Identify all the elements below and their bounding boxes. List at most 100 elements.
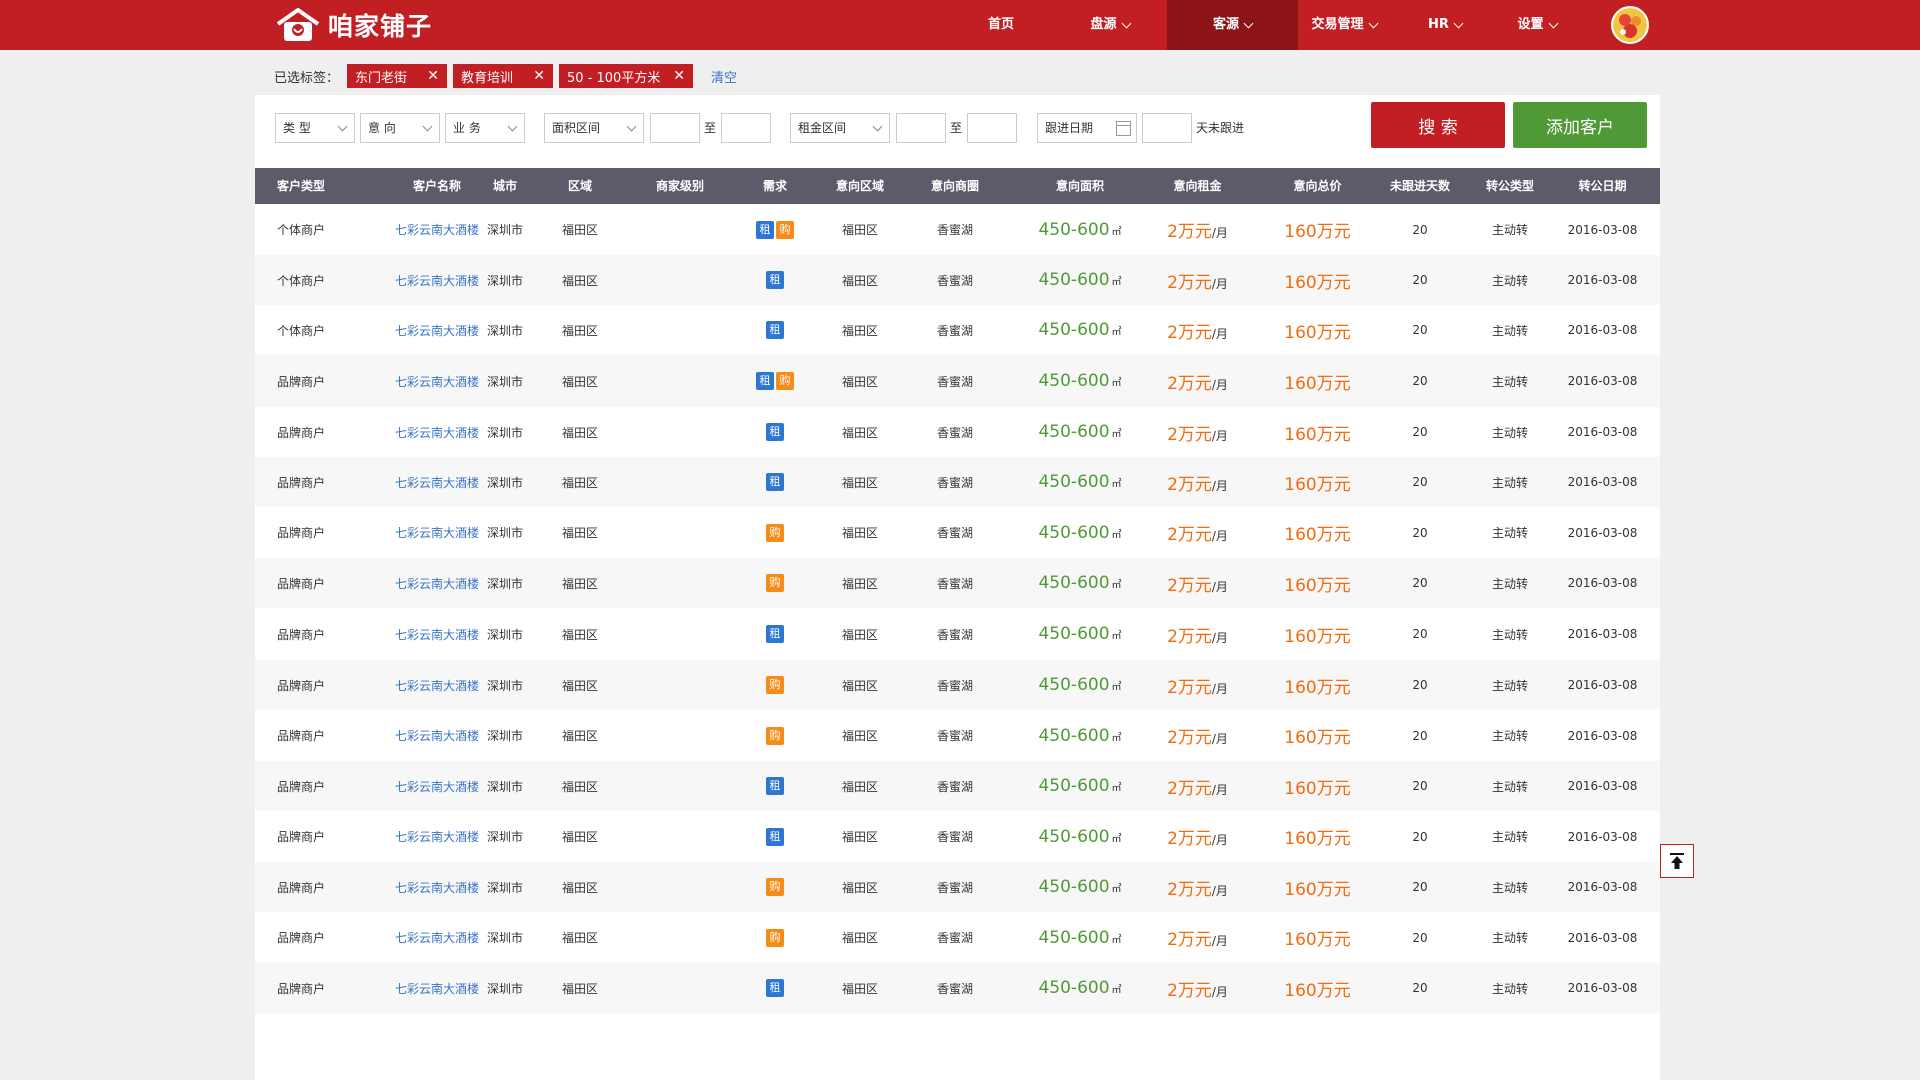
- area-max-input[interactable]: [721, 113, 771, 143]
- follow-date-input[interactable]: 跟进日期: [1037, 113, 1137, 143]
- col-intent-area-size-cell: 450-600 ㎡: [1010, 457, 1150, 507]
- table-row[interactable]: 品牌商户 七彩云南大酒楼 深圳市 福田区租购福田区 香蜜湖 450-600 ㎡ 2万元/月 16…: [255, 355, 1660, 407]
- col-transfer-type-cell: 主动转: [1491, 323, 1528, 338]
- col-city-cell: 深圳市: [486, 374, 523, 389]
- col-city-cell: 深圳市: [486, 880, 523, 895]
- search-button[interactable]: 搜 索: [1371, 102, 1505, 148]
- rent-unit: /月: [1211, 326, 1228, 341]
- rent-min-input[interactable]: [896, 113, 946, 143]
- col-transfer-date-cell: 2016-03-08: [1567, 475, 1638, 489]
- area-unit: ㎡: [1111, 529, 1122, 541]
- col-transfer-type-cell: 主动转: [1491, 576, 1528, 591]
- col-customer-type-cell: 品牌商户: [276, 981, 325, 996]
- area-range-select[interactable]: 面积区间: [544, 113, 644, 143]
- table-row[interactable]: 品牌商户 七彩云南大酒楼 深圳市 福田区购福田区 香蜜湖 450-600 ㎡ 2万元/月 160…: [255, 558, 1660, 608]
- area-number: 450-600: [1038, 573, 1110, 593]
- table-row[interactable]: 品牌商户 七彩云南大酒楼 深圳市 福田区购福田区 香蜜湖 450-600 ㎡ 2万元/月 160…: [255, 660, 1660, 710]
- table-row[interactable]: 个体商户 七彩云南大酒楼 深圳市 福田区租购福田区 香蜜湖 450-600 ㎡ 2万元/月 16…: [255, 204, 1660, 255]
- rent-number: 2万元: [1167, 424, 1212, 445]
- col-merchant-level-cell: [620, 305, 740, 355]
- table-row[interactable]: 品牌商户 七彩云南大酒楼 深圳市 福田区租福田区 香蜜湖 450-600 ㎡ 2万元/月 160…: [255, 963, 1660, 1013]
- tag-chip-label: 教育培训: [461, 70, 514, 86]
- type-select[interactable]: 类 型: [275, 113, 355, 143]
- intent-select-value: 意 向: [368, 121, 396, 135]
- nav-item-transactions[interactable]: 交易管理: [1305, 0, 1383, 50]
- nav-item-listings[interactable]: 盘源: [1066, 0, 1154, 50]
- close-icon[interactable]: ✕: [521, 69, 545, 83]
- price-value: 160万元: [1284, 272, 1351, 293]
- user-avatar[interactable]: [1611, 6, 1649, 44]
- table-row[interactable]: 品牌商户 七彩云南大酒楼 深圳市 福田区租福田区 香蜜湖 450-600 ㎡ 2万元/月 160…: [255, 457, 1660, 507]
- table-row[interactable]: 个体商户 七彩云南大酒楼 深圳市 福田区租福田区 香蜜湖 450-600 ㎡ 2万元/月 160…: [255, 305, 1660, 355]
- col-days-unfollowed-cell: 20: [1412, 829, 1428, 844]
- area-value: 450-600 ㎡: [1038, 624, 1121, 644]
- col-days-unfollowed-cell: 20: [1412, 576, 1428, 590]
- rent-number: 2万元: [1167, 322, 1212, 343]
- table-row[interactable]: 品牌商户 七彩云南大酒楼 深圳市 福田区租福田区 香蜜湖 450-600 ㎡ 2万元/月 160…: [255, 811, 1660, 862]
- area-number: 450-600: [1038, 472, 1110, 492]
- table-row[interactable]: 品牌商户 七彩云南大酒楼 深圳市 福田区租福田区 香蜜湖 450-600 ㎡ 2万元/月 160…: [255, 407, 1660, 457]
- tag-chip[interactable]: 50 - 100平方米 ✕: [559, 64, 694, 88]
- col-intent-price-cell: 160万元: [1260, 457, 1375, 507]
- table-row[interactable]: 品牌商户 七彩云南大酒楼 深圳市 福田区购福田区 香蜜湖 450-600 ㎡ 2万元/月 160…: [255, 912, 1660, 963]
- back-to-top-button[interactable]: [1660, 844, 1694, 878]
- nav-item-hr[interactable]: HR: [1420, 0, 1470, 50]
- table-row[interactable]: 品牌商户 七彩云南大酒楼 深圳市 福田区购福田区 香蜜湖 450-600 ㎡ 2万元/月 160…: [255, 862, 1660, 912]
- col-city-cell: 深圳市: [486, 779, 523, 794]
- col-intent-area-cell: 福田区: [841, 323, 878, 338]
- days-unfollowed-input[interactable]: [1142, 113, 1192, 143]
- rent-number: 2万元: [1167, 626, 1212, 647]
- rent-max-input[interactable]: [967, 113, 1017, 143]
- col-district-cell: 福田区: [561, 475, 598, 490]
- col-intent-rent-cell: 2万元/月: [1135, 407, 1260, 457]
- col-intent-rent-header: 意向租金: [1173, 179, 1222, 193]
- table-row[interactable]: 品牌商户 七彩云南大酒楼 深圳市 福田区购福田区 香蜜湖 450-600 ㎡ 2万元/月 160…: [255, 710, 1660, 761]
- business-select[interactable]: 业 务: [445, 113, 525, 143]
- nav-item-home[interactable]: 首页: [962, 0, 1040, 50]
- rent-unit: /月: [1211, 478, 1228, 493]
- col-intent-circle-cell: 香蜜湖: [936, 323, 973, 338]
- nav-item-customers[interactable]: 客源: [1167, 0, 1298, 50]
- col-transfer-type-cell: 主动转: [1491, 678, 1528, 693]
- rent-unit: /月: [1211, 579, 1228, 594]
- nav-item-label: 交易管理: [1311, 17, 1364, 32]
- col-merchant-level-cell: [620, 457, 740, 507]
- nav-item-settings[interactable]: 设置: [1507, 0, 1567, 50]
- table-row[interactable]: 品牌商户 七彩云南大酒楼 深圳市 福田区购福田区 香蜜湖 450-600 ㎡ 2万元/月 160…: [255, 507, 1660, 558]
- col-transfer-date-cell: 2016-03-08: [1567, 273, 1638, 287]
- col-transfer-type-cell: 主动转: [1491, 273, 1528, 288]
- col-district-cell: 福田区: [561, 678, 598, 693]
- clear-tags-link[interactable]: 清空: [711, 67, 737, 86]
- table-row[interactable]: 品牌商户 七彩云南大酒楼 深圳市 福田区租福田区 香蜜湖 450-600 ㎡ 2万元/月 160…: [255, 608, 1660, 660]
- area-min-input[interactable]: [650, 113, 700, 143]
- table-row[interactable]: 个体商户 七彩云南大酒楼 深圳市 福田区租福田区 香蜜湖 450-600 ㎡ 2万元/月 160…: [255, 255, 1660, 305]
- close-icon[interactable]: ✕: [415, 69, 439, 83]
- tag-chip[interactable]: 教育培训 ✕: [453, 64, 554, 88]
- rent-value: 2万元/月: [1167, 824, 1228, 849]
- close-icon[interactable]: ✕: [661, 69, 685, 83]
- col-transfer-type-cell: 主动转: [1491, 526, 1528, 540]
- add-customer-button[interactable]: 添加客户: [1513, 102, 1647, 148]
- col-city-cell: 深圳市: [486, 576, 523, 591]
- col-days-unfollowed-cell: 20: [1412, 728, 1428, 743]
- rent-number: 2万元: [1167, 222, 1212, 242]
- col-district-cell: 福田区: [561, 627, 598, 642]
- col-merchant-level-cell: [620, 507, 740, 558]
- col-customer-type-cell: 个体商户: [276, 223, 325, 237]
- intent-select[interactable]: 意 向: [360, 113, 440, 143]
- col-transfer-date-cell: 2016-03-08: [1567, 728, 1638, 743]
- table-row[interactable]: 品牌商户 七彩云南大酒楼 深圳市 福田区租福田区 香蜜湖 450-600 ㎡ 2万元/月 160…: [255, 761, 1660, 811]
- col-district-cell: 福田区: [561, 425, 598, 440]
- col-days-unfollowed-cell: 20: [1412, 323, 1428, 337]
- tag-chip[interactable]: 东门老街 ✕: [347, 64, 448, 88]
- col-intent-price-cell: 160万元: [1260, 862, 1375, 912]
- nav-item-label: 盘源: [1090, 17, 1117, 32]
- col-intent-area-size-cell: 450-600 ㎡: [1010, 204, 1150, 255]
- buy-badge: 购: [766, 928, 784, 947]
- brand-logo[interactable]: 咱家铺子: [274, 7, 432, 43]
- col-transfer-date-cell: 2016-03-08: [1567, 323, 1638, 337]
- rent-range-select[interactable]: 租金区间: [790, 113, 890, 143]
- area-number: 450-600: [1038, 978, 1110, 998]
- area-unit: ㎡: [1111, 783, 1122, 794]
- price-value: 160万元: [1284, 829, 1351, 849]
